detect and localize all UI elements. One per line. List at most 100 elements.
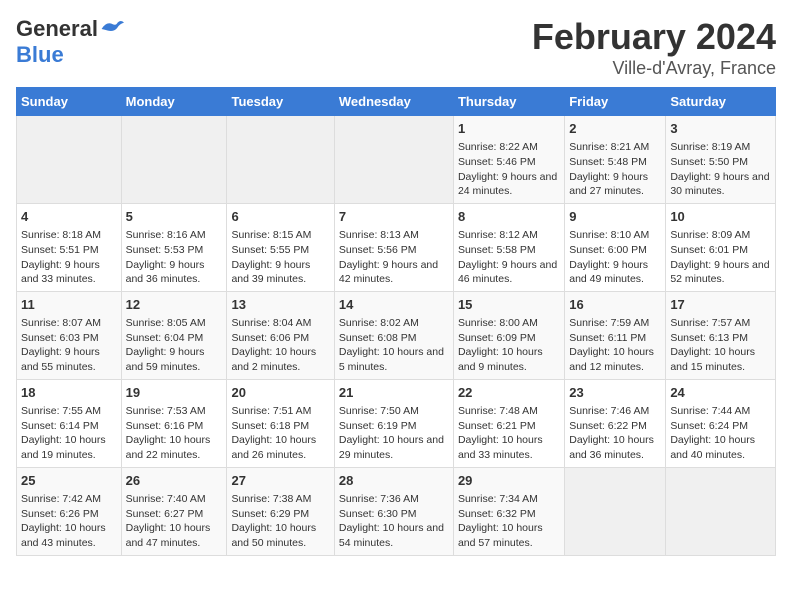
day-number: 23 (569, 384, 661, 402)
header-sunday: Sunday (17, 88, 122, 116)
day-content: Sunrise: 8:19 AM Sunset: 5:50 PM Dayligh… (670, 140, 771, 199)
day-content: Sunrise: 8:12 AM Sunset: 5:58 PM Dayligh… (458, 228, 560, 287)
day-number: 8 (458, 208, 560, 226)
day-number: 9 (569, 208, 661, 226)
calendar-cell: 16 Sunrise: 7:59 AM Sunset: 6:11 PM Dayli… (565, 291, 666, 379)
page-title: February 2024 (532, 16, 776, 58)
day-number: 11 (21, 296, 117, 314)
calendar-cell: 5 Sunrise: 8:16 AM Sunset: 5:53 PM Daylig… (121, 203, 227, 291)
week-row-2: 4 Sunrise: 8:18 AM Sunset: 5:51 PM Daylig… (17, 203, 776, 291)
day-content: Sunrise: 8:07 AM Sunset: 6:03 PM Dayligh… (21, 316, 117, 375)
calendar-cell (334, 116, 453, 204)
day-content: Sunrise: 7:44 AM Sunset: 6:24 PM Dayligh… (670, 404, 771, 463)
day-number: 2 (569, 120, 661, 138)
header-friday: Friday (565, 88, 666, 116)
day-number: 29 (458, 472, 560, 490)
day-number: 13 (231, 296, 329, 314)
calendar-cell: 11 Sunrise: 8:07 AM Sunset: 6:03 PM Dayli… (17, 291, 122, 379)
calendar-cell (121, 116, 227, 204)
day-number: 4 (21, 208, 117, 226)
logo-general: General (16, 16, 98, 42)
day-number: 17 (670, 296, 771, 314)
day-content: Sunrise: 7:55 AM Sunset: 6:14 PM Dayligh… (21, 404, 117, 463)
day-content: Sunrise: 7:50 AM Sunset: 6:19 PM Dayligh… (339, 404, 449, 463)
calendar-cell: 26Sunrise: 7:40 AM Sunset: 6:27 PM Dayli… (121, 467, 227, 555)
day-number: 25 (21, 472, 117, 490)
calendar-cell: 7 Sunrise: 8:13 AM Sunset: 5:56 PM Daylig… (334, 203, 453, 291)
day-content: Sunrise: 8:04 AM Sunset: 6:06 PM Dayligh… (231, 316, 329, 375)
week-row-5: 25 Sunrise: 7:42 AM Sunset: 6:26 PM Dayli… (17, 467, 776, 555)
calendar-cell: 24 Sunrise: 7:44 AM Sunset: 6:24 PM Dayli… (666, 379, 776, 467)
calendar-cell: 20Sunrise: 7:51 AM Sunset: 6:18 PM Dayli… (227, 379, 334, 467)
calendar-cell: 27 Sunrise: 7:38 AM Sunset: 6:29 PM Dayli… (227, 467, 334, 555)
header-thursday: Thursday (453, 88, 564, 116)
header-row: SundayMondayTuesdayWednesdayThursdayFrid… (17, 88, 776, 116)
calendar-cell: 12 Sunrise: 8:05 AM Sunset: 6:04 PM Dayli… (121, 291, 227, 379)
day-content: Sunrise: 7:36 AM Sunset: 6:30 PM Dayligh… (339, 492, 449, 551)
calendar-cell: 14Sunrise: 8:02 AM Sunset: 6:08 PM Dayli… (334, 291, 453, 379)
header-tuesday: Tuesday (227, 88, 334, 116)
day-content: Sunrise: 7:59 AM Sunset: 6:11 PM Dayligh… (569, 316, 661, 375)
day-number: 18 (21, 384, 117, 402)
day-content: Sunrise: 8:22 AM Sunset: 5:46 PM Dayligh… (458, 140, 560, 199)
day-number: 6 (231, 208, 329, 226)
calendar-cell: 29Sunrise: 7:34 AM Sunset: 6:32 PM Dayli… (453, 467, 564, 555)
day-number: 7 (339, 208, 449, 226)
header-wednesday: Wednesday (334, 88, 453, 116)
day-content: Sunrise: 7:57 AM Sunset: 6:13 PM Dayligh… (670, 316, 771, 375)
title-area: February 2024 Ville-d'Avray, France (532, 16, 776, 79)
day-number: 16 (569, 296, 661, 314)
week-row-4: 18 Sunrise: 7:55 AM Sunset: 6:14 PM Dayli… (17, 379, 776, 467)
header-saturday: Saturday (666, 88, 776, 116)
day-content: Sunrise: 8:05 AM Sunset: 6:04 PM Dayligh… (126, 316, 223, 375)
calendar-cell: 10Sunrise: 8:09 AM Sunset: 6:01 PM Dayli… (666, 203, 776, 291)
day-number: 28 (339, 472, 449, 490)
day-content: Sunrise: 8:13 AM Sunset: 5:56 PM Dayligh… (339, 228, 449, 287)
day-content: Sunrise: 7:53 AM Sunset: 6:16 PM Dayligh… (126, 404, 223, 463)
day-content: Sunrise: 8:21 AM Sunset: 5:48 PM Dayligh… (569, 140, 661, 199)
calendar-cell: 1 Sunrise: 8:22 AM Sunset: 5:46 PM Daylig… (453, 116, 564, 204)
day-number: 27 (231, 472, 329, 490)
calendar-cell: 18 Sunrise: 7:55 AM Sunset: 6:14 PM Dayli… (17, 379, 122, 467)
day-number: 15 (458, 296, 560, 314)
day-number: 12 (126, 296, 223, 314)
calendar-table: SundayMondayTuesdayWednesdayThursdayFrid… (16, 87, 776, 556)
day-content: Sunrise: 7:51 AM Sunset: 6:18 PM Dayligh… (231, 404, 329, 463)
day-content: Sunrise: 7:42 AM Sunset: 6:26 PM Dayligh… (21, 492, 117, 551)
calendar-cell: 13 Sunrise: 8:04 AM Sunset: 6:06 PM Dayli… (227, 291, 334, 379)
calendar-cell: 4 Sunrise: 8:18 AM Sunset: 5:51 PM Daylig… (17, 203, 122, 291)
calendar-cell: 19 Sunrise: 7:53 AM Sunset: 6:16 PM Dayli… (121, 379, 227, 467)
calendar-cell: 6 Sunrise: 8:15 AM Sunset: 5:55 PM Daylig… (227, 203, 334, 291)
day-content: Sunrise: 7:38 AM Sunset: 6:29 PM Dayligh… (231, 492, 329, 551)
calendar-cell: 3 Sunrise: 8:19 AM Sunset: 5:50 PM Daylig… (666, 116, 776, 204)
calendar-cell: 2 Sunrise: 8:21 AM Sunset: 5:48 PM Daylig… (565, 116, 666, 204)
calendar-cell (227, 116, 334, 204)
day-content: Sunrise: 7:46 AM Sunset: 6:22 PM Dayligh… (569, 404, 661, 463)
day-content: Sunrise: 8:15 AM Sunset: 5:55 PM Dayligh… (231, 228, 329, 287)
day-content: Sunrise: 8:16 AM Sunset: 5:53 PM Dayligh… (126, 228, 223, 287)
day-number: 1 (458, 120, 560, 138)
calendar-cell: 23 Sunrise: 7:46 AM Sunset: 6:22 PM Dayli… (565, 379, 666, 467)
day-content: Sunrise: 7:48 AM Sunset: 6:21 PM Dayligh… (458, 404, 560, 463)
calendar-cell: 15Sunrise: 8:00 AM Sunset: 6:09 PM Dayli… (453, 291, 564, 379)
week-row-3: 11 Sunrise: 8:07 AM Sunset: 6:03 PM Dayli… (17, 291, 776, 379)
day-number: 10 (670, 208, 771, 226)
day-content: Sunrise: 8:18 AM Sunset: 5:51 PM Dayligh… (21, 228, 117, 287)
day-content: Sunrise: 8:10 AM Sunset: 6:00 PM Dayligh… (569, 228, 661, 287)
header-monday: Monday (121, 88, 227, 116)
logo: General Blue (16, 16, 124, 68)
day-number: 24 (670, 384, 771, 402)
day-number: 3 (670, 120, 771, 138)
day-number: 5 (126, 208, 223, 226)
calendar-cell: 8 Sunrise: 8:12 AM Sunset: 5:58 PM Daylig… (453, 203, 564, 291)
day-number: 21 (339, 384, 449, 402)
day-content: Sunrise: 7:40 AM Sunset: 6:27 PM Dayligh… (126, 492, 223, 551)
calendar-cell: 9 Sunrise: 8:10 AM Sunset: 6:00 PM Daylig… (565, 203, 666, 291)
calendar-cell: 25 Sunrise: 7:42 AM Sunset: 6:26 PM Dayli… (17, 467, 122, 555)
calendar-cell: 17 Sunrise: 7:57 AM Sunset: 6:13 PM Dayli… (666, 291, 776, 379)
day-number: 19 (126, 384, 223, 402)
header: General Blue February 2024 Ville-d'Avray… (16, 16, 776, 79)
logo-blue: Blue (16, 42, 64, 68)
day-number: 14 (339, 296, 449, 314)
logo-bird-icon (100, 19, 124, 39)
